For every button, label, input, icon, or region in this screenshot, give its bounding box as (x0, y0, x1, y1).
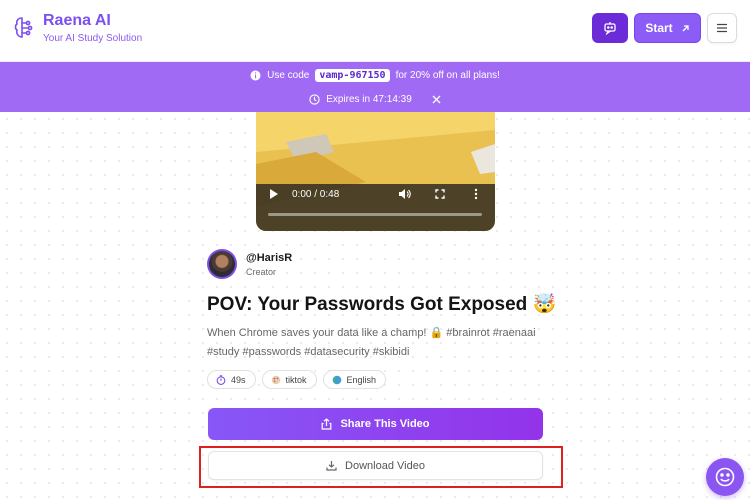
promo-prefix: Use code (267, 69, 310, 81)
more-vertical-icon[interactable] (474, 188, 478, 200)
volume-icon[interactable] (398, 188, 411, 200)
hamburger-icon (717, 23, 727, 33)
hamburger-menu-button[interactable] (707, 13, 737, 43)
start-label: Start (645, 21, 673, 35)
promo-row: Use code vamp-967150 for 20% off on all … (0, 68, 750, 82)
promo-code[interactable]: vamp-967150 (315, 68, 390, 82)
bot-chat-icon (604, 22, 616, 35)
palette-icon (271, 375, 280, 384)
top-navbar: Raena AI Your AI Study Solution Start (0, 0, 750, 62)
highlight-box (199, 446, 563, 488)
chip-platform: tiktok (261, 370, 317, 389)
timer-icon (216, 374, 226, 385)
smiley-icon (715, 467, 735, 487)
chat-bot-button[interactable] (592, 13, 628, 43)
avatar[interactable] (207, 249, 237, 279)
close-icon[interactable] (432, 95, 441, 104)
creator-role: Creator (246, 267, 277, 277)
creator-name[interactable]: @HarisR (246, 252, 292, 264)
avatar-photo (209, 251, 235, 277)
share-icon (322, 418, 332, 430)
start-button[interactable]: Start (634, 13, 701, 43)
share-label: Share This Video (340, 418, 430, 430)
expiry-text: Expires in 47:14:39 (326, 93, 412, 105)
share-video-button[interactable]: Share This Video (208, 408, 543, 440)
brain-logo-icon (14, 17, 33, 38)
video-time: 0:00 / 0:48 (292, 189, 340, 200)
chip-platform-label: tiktok (285, 374, 307, 385)
feedback-fab-button[interactable] (706, 458, 744, 496)
chip-language-label: English (346, 374, 377, 385)
expiry-row: Expires in 47:14:39 (0, 92, 750, 106)
page-title: POV: Your Passwords Got Exposed 🤯 (207, 294, 557, 315)
promo-suffix: for 20% off on all plans! (395, 69, 500, 81)
info-icon (250, 70, 261, 80)
video-player[interactable]: 0:00 / 0:48 (256, 112, 495, 231)
video-progress-bar[interactable] (268, 213, 482, 216)
meta-chips: 49s tiktok English (207, 370, 387, 389)
video-description: When Chrome saves your data like a champ… (207, 327, 536, 358)
globe-icon (332, 375, 341, 384)
chip-duration-label: 49s (231, 374, 246, 385)
chip-language: English (322, 370, 387, 389)
arrow-up-right-icon (682, 24, 689, 31)
fullscreen-icon[interactable] (435, 189, 445, 199)
chip-duration: 49s (207, 370, 256, 389)
brand-name[interactable]: Raena AI (43, 12, 111, 30)
clock-icon (309, 93, 320, 105)
play-icon[interactable] (269, 188, 279, 200)
brand-tagline: Your AI Study Solution (43, 33, 143, 44)
promo-banner: Use code vamp-967150 for 20% off on all … (0, 62, 750, 112)
